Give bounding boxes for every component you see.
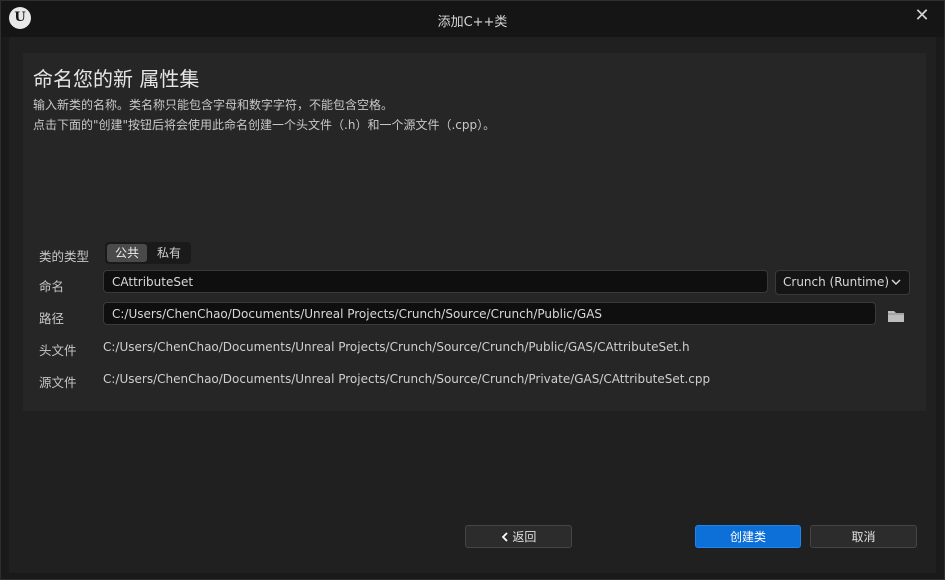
cancel-button[interactable]: 取消 — [810, 525, 917, 548]
path-input[interactable]: C:/Users/ChenChao/Documents/Unreal Proje… — [103, 302, 876, 325]
header-file-label: 头文件 — [39, 343, 77, 358]
module-dropdown-value: Crunch (Runtime) — [783, 275, 890, 289]
class-name-input[interactable]: CAttributeSet — [103, 270, 768, 293]
class-type-public-option[interactable]: 公共 — [107, 244, 147, 262]
close-icon[interactable]: ✕ — [912, 6, 932, 26]
header-file-path: C:/Users/ChenChao/Documents/Unreal Proje… — [103, 340, 690, 354]
dialog-content: 命名您的新 属性集 输入新类的名称。类名称只能包含字母和数字字符，不能包含空格。… — [9, 37, 936, 573]
class-type-toggle: 公共 私有 — [105, 242, 191, 264]
create-class-button[interactable]: 创建类 — [695, 525, 801, 548]
header-panel: 命名您的新 属性集 输入新类的名称。类名称只能包含字母和数字字符，不能包含空格。… — [23, 53, 926, 225]
source-file-path: C:/Users/ChenChao/Documents/Unreal Proje… — [103, 372, 711, 386]
module-dropdown[interactable]: Crunch (Runtime) — [775, 270, 910, 295]
path-label: 路径 — [39, 311, 65, 326]
description-line-1: 输入新类的名称。类名称只能包含字母和数字字符，不能包含空格。 — [33, 98, 394, 112]
chevron-down-icon — [891, 271, 901, 302]
back-button-label: 返回 — [512, 530, 537, 544]
title-bar[interactable]: U 添加C++类 ✕ — [1, 1, 944, 37]
back-button[interactable]: 返回 — [465, 525, 572, 548]
chevron-left-icon — [501, 530, 513, 544]
description-line-2: 点击下面的"创建"按钮后将会使用此命名创建一个头文件（.h）和一个源文件（.cp… — [33, 118, 496, 132]
name-label: 命名 — [39, 279, 65, 294]
add-cpp-class-dialog: U 添加C++类 ✕ 命名您的新 属性集 输入新类的名称。类名称只能包含字母和数… — [0, 0, 945, 580]
page-title: 命名您的新 属性集 — [33, 67, 200, 91]
source-file-label: 源文件 — [39, 375, 77, 390]
window-title: 添加C++类 — [437, 15, 508, 30]
form-panel: 类的类型 公共 私有 命名 CAttributeSet Crunch (Runt… — [23, 225, 926, 411]
class-type-private-option[interactable]: 私有 — [149, 244, 189, 262]
folder-icon[interactable] — [887, 308, 905, 322]
class-type-label: 类的类型 — [39, 249, 90, 264]
